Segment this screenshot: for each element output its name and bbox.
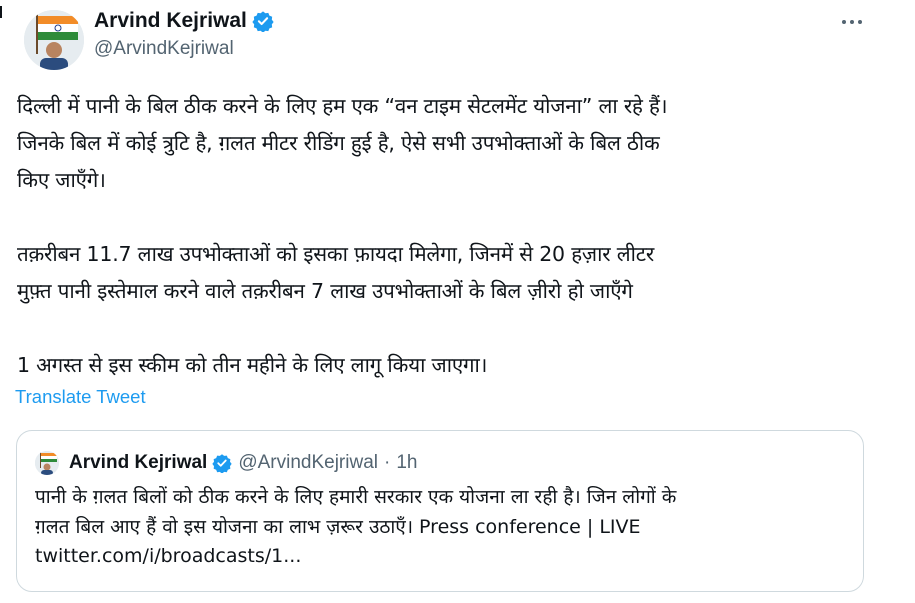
author-display-name[interactable]: Arvind Kejriwal — [94, 8, 247, 34]
author-handle[interactable]: @ArvindKejriwal — [94, 38, 234, 60]
author-avatar[interactable] — [24, 10, 84, 70]
quoted-author-display-name[interactable]: Arvind Kejriwal — [69, 452, 207, 474]
more-options-icon[interactable] — [837, 10, 867, 34]
tweet-header: Arvind Kejriwal @ArvindKejriwal — [14, 0, 915, 76]
tweet-text-line: 1 अगस्त से इस स्कीम को तीन महीने के लिए … — [17, 353, 488, 377]
author-name-row: Arvind Kejriwal — [94, 8, 274, 34]
quoted-link[interactable]: twitter.com/i/broadcasts/1... — [35, 542, 855, 572]
tweet-text-line: तक़रीबन 11.7 लाख उपभोक्ताओं को इसका फ़ाय… — [17, 242, 655, 266]
quoted-tweet-timestamp[interactable]: 1h — [396, 452, 417, 474]
tweet-text-line: मुफ़्त पानी इस्तेमाल करने वाले तक़रीबन 7… — [17, 279, 633, 303]
verified-badge-icon — [252, 10, 274, 33]
quoted-tweet-text: पानी के ग़लत बिलों को ठीक करने के लिए हम… — [35, 483, 855, 572]
left-edge-marker — [0, 6, 2, 18]
tweet-text-line: दिल्ली में पानी के बिल ठीक करने के लिए ह… — [17, 94, 668, 118]
verified-badge-icon — [212, 453, 232, 474]
tweet-text: दिल्ली में पानी के बिल ठीक करने के लिए ह… — [17, 88, 897, 384]
quoted-text-line: पानी के ग़लत बिलों को ठीक करने के लिए हम… — [35, 486, 677, 508]
quoted-author-avatar[interactable] — [35, 451, 59, 475]
quoted-author-handle[interactable]: @ArvindKejriwal — [238, 452, 378, 474]
more-dot — [858, 20, 862, 24]
translate-tweet-link[interactable]: Translate Tweet — [15, 386, 146, 408]
tweet-text-line: किए जाएँगे। — [17, 168, 106, 192]
quoted-tweet-card[interactable]: Arvind Kejriwal @ArvindKejriwal · 1h पान… — [16, 430, 864, 592]
quoted-text-line: ग़लत बिल आए हैं वो इस योजना का लाभ ज़रूर… — [35, 515, 641, 538]
more-dot — [842, 20, 846, 24]
meta-separator: · — [384, 452, 391, 473]
tweet-text-line: जिनके बिल में कोई त्रुटि है, ग़लत मीटर र… — [17, 131, 660, 155]
quoted-tweet-header: Arvind Kejriwal @ArvindKejriwal · 1h — [35, 451, 417, 475]
more-dot — [850, 20, 854, 24]
